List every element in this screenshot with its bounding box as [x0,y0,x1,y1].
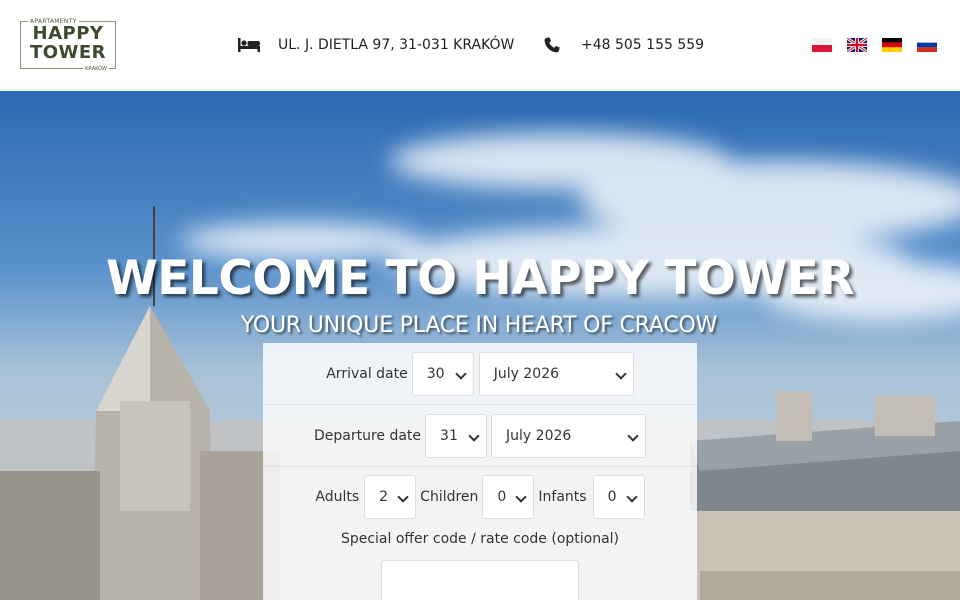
arrival-day-select[interactable]: 30 [411,351,474,396]
special-offer-code-label: Special offer code / rate code (optional… [340,531,620,547]
departure-day-select[interactable]: 31 [425,413,488,458]
flag-en-icon[interactable] [847,38,867,52]
chevron-down-icon [615,367,627,380]
hero-section: WELCOME TO HAPPY TOWER YOUR UNIQUE PLACE… [0,91,960,600]
children-label: Children [420,489,479,505]
arrival-label: Arrival date [326,365,408,382]
phone-icon [544,37,560,53]
chevron-down-icon [455,367,467,380]
flag-de-icon[interactable] [882,38,902,52]
departure-row: Departure date 31 July 2026 [263,405,697,467]
children-select[interactable]: 0 [482,475,535,519]
flag-pl-icon[interactable] [812,38,832,52]
site-header: APARTAMENTY HAPPY TOWER KRAKÓW UL. J. DI… [0,0,960,90]
arrival-month-select[interactable]: July 2026 [478,351,634,396]
language-switcher [812,38,937,52]
logo-bottom-text: KRAKÓW [83,66,109,72]
arrival-row: Arrival date 30 July 2026 [263,343,697,405]
phone[interactable]: +48 505 155 559 [544,34,704,56]
phone-number[interactable]: +48 505 155 559 [581,37,704,53]
bed-icon [238,38,260,52]
address: UL. J. DIETLA 97, 31-031 KRAKÓW [238,34,514,56]
hero-subtitle: YOUR UNIQUE PLACE IN HEART OF CRACOW [240,313,718,338]
logo-line1: HAPPY [32,23,104,44]
booking-form: Arrival date 30 July 2026 Departure date… [263,343,697,600]
guests-row: Adults 2 Children 0 Infants 0 [263,467,697,527]
chevron-down-icon [397,491,409,503]
departure-month-select[interactable]: July 2026 [491,413,647,458]
chevron-down-icon [515,491,528,503]
chevron-down-icon [468,429,480,442]
address-text: UL. J. DIETLA 97, 31-031 KRAKÓW [278,37,515,53]
flag-ru-icon[interactable] [917,38,937,52]
chevron-down-icon [625,491,638,503]
logo-line2: TOWER [29,42,107,63]
chevron-down-icon [627,429,639,442]
departure-label: Departure date [313,427,422,444]
special-offer-code-input[interactable] [381,560,579,600]
happy-tower-logo[interactable]: APARTAMENTY HAPPY TOWER KRAKÓW [20,18,116,72]
infants-select[interactable]: 0 [592,475,645,519]
adults-label: Adults [315,489,360,505]
hero-title: WELCOME TO HAPPY TOWER [105,251,855,306]
adults-select[interactable]: 2 [364,475,417,519]
infants-label: Infants [538,489,587,505]
